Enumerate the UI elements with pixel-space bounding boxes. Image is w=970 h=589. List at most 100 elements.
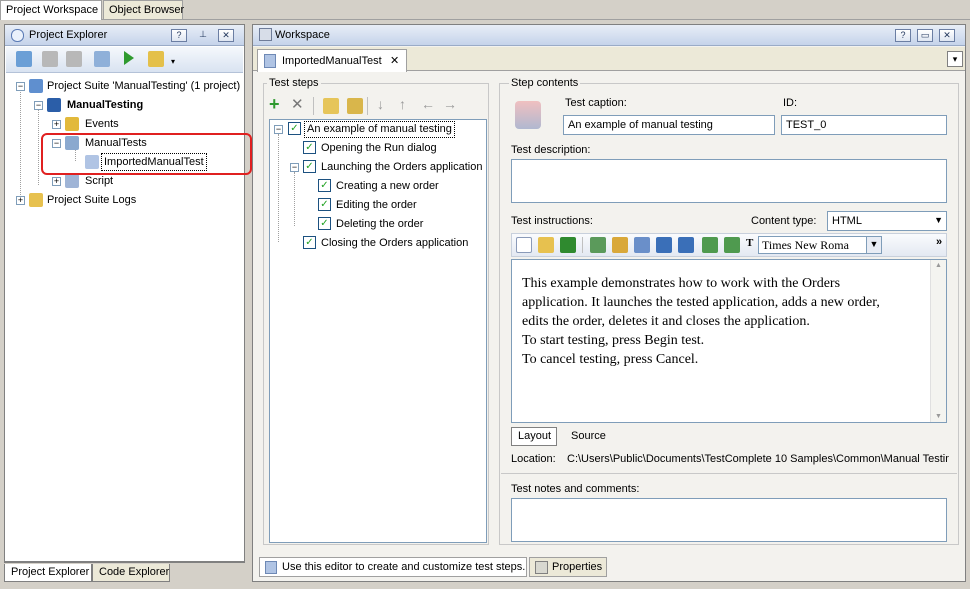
workspace-icon bbox=[259, 28, 272, 41]
chevron-down-icon[interactable]: ▾ bbox=[171, 57, 175, 66]
toolbar-separator bbox=[313, 97, 314, 115]
expand-icon[interactable]: + bbox=[52, 177, 61, 186]
steps-tree: − ✓ An example of manual testing ✓ Openi… bbox=[269, 119, 487, 543]
toolbar-separator bbox=[367, 97, 368, 115]
step-checkbox[interactable]: ✓ bbox=[318, 198, 331, 211]
project-explorer-toolbar: ▾ bbox=[6, 47, 243, 73]
insert-link-icon[interactable] bbox=[590, 237, 606, 253]
tree-line bbox=[278, 134, 279, 242]
insert-table-icon[interactable] bbox=[634, 237, 650, 253]
decrease-indent-icon[interactable] bbox=[724, 237, 740, 253]
tab-label: Code Explorer bbox=[99, 566, 170, 578]
pin-icon[interactable]: ⊥ bbox=[195, 29, 211, 42]
step-label: Editing the order bbox=[336, 199, 417, 211]
run-project-icon[interactable] bbox=[148, 51, 164, 67]
remove-icon[interactable] bbox=[66, 51, 82, 67]
chevron-down-icon[interactable]: ▼ bbox=[934, 215, 943, 225]
tab-list-dropdown[interactable]: ▾ bbox=[947, 51, 963, 67]
font-icon: T bbox=[746, 237, 754, 249]
location-label: Location: bbox=[511, 453, 556, 465]
numbered-list-icon[interactable] bbox=[656, 237, 672, 253]
tab-label: Source bbox=[571, 430, 606, 442]
properties-icon[interactable] bbox=[94, 51, 110, 67]
step-label: Closing the Orders application bbox=[321, 237, 469, 249]
events-icon bbox=[65, 117, 79, 131]
tab-object-browser[interactable]: Object Browser bbox=[103, 0, 185, 19]
workspace-titlebar: Workspace ? ▭ ✕ bbox=[253, 25, 965, 46]
indent-icon[interactable] bbox=[323, 98, 339, 114]
select-value: HTML bbox=[832, 215, 862, 227]
notes-label: Test notes and comments: bbox=[511, 483, 640, 495]
description-input[interactable] bbox=[511, 159, 947, 203]
chevron-down-icon[interactable]: ▼ bbox=[866, 237, 881, 253]
step-checkbox[interactable]: ✓ bbox=[303, 141, 316, 154]
notes-input[interactable] bbox=[511, 498, 947, 542]
move-down-icon[interactable]: ↓ bbox=[377, 96, 384, 112]
instruction-line: application. It launches the tested appl… bbox=[522, 295, 880, 310]
run-icon[interactable] bbox=[124, 51, 134, 65]
project-tree: − Project Suite 'ManualTesting' (1 proje… bbox=[5, 75, 252, 545]
outdent-icon[interactable] bbox=[347, 98, 363, 114]
step-label: Creating a new order bbox=[336, 180, 439, 192]
tab-project-workspace[interactable]: Project Workspace bbox=[0, 0, 102, 20]
editor-scrollbar[interactable]: ▲ ▼ bbox=[930, 260, 946, 422]
id-input[interactable]: TEST_0 bbox=[781, 115, 947, 135]
tab-project-explorer[interactable]: Project Explorer bbox=[4, 564, 92, 582]
manual-test-icon bbox=[264, 54, 276, 68]
add-item-icon[interactable] bbox=[16, 51, 32, 67]
instructions-text: This example demonstrates how to work wi… bbox=[522, 274, 927, 369]
collapse-icon[interactable]: − bbox=[16, 82, 25, 91]
tree-line bbox=[20, 89, 21, 203]
insert-image-icon[interactable] bbox=[612, 237, 628, 253]
collapse-icon[interactable]: − bbox=[290, 163, 299, 172]
save-icon[interactable] bbox=[560, 237, 576, 253]
tree-label: Events bbox=[85, 118, 119, 130]
increase-indent-icon[interactable] bbox=[702, 237, 718, 253]
step-checkbox[interactable]: ✓ bbox=[318, 217, 331, 230]
expand-icon[interactable]: + bbox=[52, 120, 61, 129]
save-icon[interactable] bbox=[42, 51, 58, 67]
close-button[interactable]: ✕ bbox=[939, 29, 955, 42]
tab-source[interactable]: Source bbox=[571, 430, 606, 442]
id-label: ID: bbox=[783, 97, 798, 109]
expand-icon[interactable]: + bbox=[16, 196, 25, 205]
close-icon[interactable]: ✕ bbox=[390, 54, 399, 67]
caption-input[interactable]: An example of manual testing bbox=[563, 115, 775, 135]
step-checkbox[interactable]: ✓ bbox=[303, 236, 316, 249]
delete-icon[interactable]: ✕ bbox=[291, 96, 304, 114]
step-checkbox[interactable]: ✓ bbox=[288, 122, 301, 135]
move-right-icon[interactable]: → bbox=[443, 96, 457, 112]
help-button[interactable]: ? bbox=[171, 29, 187, 42]
instructions-label: Test instructions: bbox=[511, 215, 593, 227]
add-icon[interactable]: + bbox=[269, 95, 280, 113]
panel-title: Workspace bbox=[275, 29, 330, 41]
new-document-icon[interactable] bbox=[516, 237, 532, 253]
step-checkbox[interactable]: ✓ bbox=[318, 179, 331, 192]
tab-label: Object Browser bbox=[109, 4, 185, 16]
open-folder-icon[interactable] bbox=[538, 237, 554, 253]
instructions-editor[interactable]: This example demonstrates how to work wi… bbox=[511, 259, 947, 423]
highlight-box bbox=[41, 133, 252, 175]
scroll-down-icon[interactable]: ▼ bbox=[935, 413, 942, 420]
bullet-list-icon[interactable] bbox=[678, 237, 694, 253]
font-name-select[interactable]: Times New Roma ▼ bbox=[758, 236, 882, 254]
editor-toolbar: T Times New Roma ▼ » bbox=[511, 233, 947, 257]
section-divider bbox=[501, 473, 957, 474]
scroll-up-icon[interactable]: ▲ bbox=[935, 262, 942, 269]
collapse-icon[interactable]: − bbox=[34, 101, 43, 110]
tab-imported-manual-test[interactable]: ImportedManualTest ✕ bbox=[257, 49, 407, 72]
content-type-select[interactable]: HTML ▼ bbox=[827, 211, 947, 231]
tab-properties[interactable]: Properties bbox=[529, 557, 607, 577]
close-button[interactable]: ✕ bbox=[218, 29, 234, 42]
move-left-icon[interactable]: ← bbox=[421, 96, 435, 112]
restore-button[interactable]: ▭ bbox=[917, 29, 933, 42]
help-button[interactable]: ? bbox=[895, 29, 911, 42]
tab-label: Project Workspace bbox=[6, 4, 99, 16]
step-checkbox[interactable]: ✓ bbox=[303, 160, 316, 173]
move-up-icon[interactable]: ↑ bbox=[399, 96, 406, 112]
toolbar-overflow-icon[interactable]: » bbox=[936, 236, 942, 248]
tab-layout[interactable]: Layout bbox=[511, 427, 557, 446]
description-label: Test description: bbox=[511, 144, 591, 156]
collapse-icon[interactable]: − bbox=[274, 125, 283, 134]
tab-code-explorer[interactable]: Code Explorer bbox=[92, 564, 170, 582]
